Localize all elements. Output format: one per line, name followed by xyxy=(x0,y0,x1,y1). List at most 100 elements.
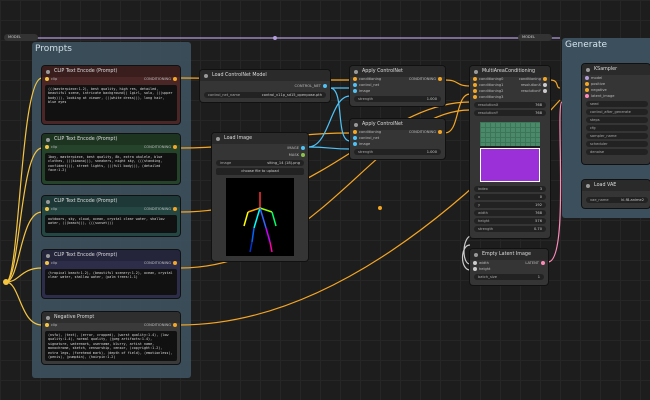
image-output-label: IMAGE xyxy=(287,146,299,150)
wire-image-2 xyxy=(307,146,351,150)
strength-widget[interactable]: strength 1.000 xyxy=(354,96,441,102)
widget-label: strength xyxy=(358,97,374,101)
wire-multi-out xyxy=(549,79,561,89)
clip-input-label: clip xyxy=(51,145,58,149)
prompt-textarea[interactable]: outdoors, sky, cloud, ocean, crystal cle… xyxy=(45,215,177,233)
area-preview-canvas[interactable] xyxy=(480,122,540,182)
ksampler-node[interactable]: KSampler model positive negative latent_… xyxy=(582,64,650,164)
conditioning-output-port[interactable]: CONDITIONING xyxy=(144,322,177,328)
clip-input-port[interactable]: clip xyxy=(45,260,57,266)
widget-label: control_net_name xyxy=(208,93,241,97)
upload-button[interactable]: choose file to upload xyxy=(216,168,304,175)
load-image-node[interactable]: Load Image IMAGE MASK image siting_14 (18… xyxy=(212,133,308,261)
port-label: latent_image xyxy=(591,94,615,98)
empty-latent-image-node[interactable]: Empty Latent Image width height LATENT b… xyxy=(470,249,548,285)
batch-size-widget[interactable]: batch_size 1 xyxy=(474,274,544,280)
latent-output-port[interactable]: LATENT xyxy=(525,260,545,266)
width-widget[interactable]: width 768 xyxy=(474,210,546,216)
conditioning-output-port[interactable]: CONDITIONING xyxy=(409,76,442,82)
apply-controlnet-node-1[interactable]: Apply ControlNet conditioning control_ne… xyxy=(350,66,445,106)
widget-label: seed xyxy=(590,102,599,106)
cfg-widget[interactable]: cfg xyxy=(586,125,648,131)
clip-input-port[interactable]: clip xyxy=(45,206,57,212)
conditioning-output-label: CONDITIONING xyxy=(143,261,171,265)
widget-label: resolutionX xyxy=(478,103,499,107)
port-label: conditioning0 xyxy=(479,77,504,81)
image-input-port[interactable]: image xyxy=(353,88,370,94)
conditioning-output-port[interactable]: CONDITIONING xyxy=(144,76,177,82)
port-label: CONDITIONING xyxy=(408,130,436,134)
wire-clip-5 xyxy=(5,281,43,326)
conditioning-output-port[interactable]: CONDITIONING xyxy=(144,144,177,150)
clip-text-encode-node-4[interactable]: CLIP Text Encode (Prompt) clip CONDITION… xyxy=(42,250,180,298)
negative-prompt-node[interactable]: Negative Prompt clip CONDITIONING (nsfw)… xyxy=(42,312,180,364)
image-file-widget[interactable]: image siting_14 (18).png xyxy=(216,160,304,166)
node-title[interactable]: Empty Latent Image xyxy=(470,249,548,260)
port-label: positive xyxy=(591,82,606,86)
reroute-model-right-label[interactable]: MODEL xyxy=(518,34,552,41)
widget-value: 1.000 xyxy=(426,150,437,154)
mask-output-port[interactable]: MASK xyxy=(289,152,305,158)
conditioning-output-port[interactable]: CONDITIONING xyxy=(144,206,177,212)
apply-controlnet-node-2[interactable]: Apply ControlNet conditioning control_ne… xyxy=(350,119,445,159)
port-label: resolutionX xyxy=(520,83,541,87)
denoise-widget[interactable]: denoise xyxy=(586,149,648,155)
clip-input-label: clip xyxy=(51,207,58,211)
resolution-y-widget[interactable]: resolutionY 768 xyxy=(474,110,546,116)
height-input-port[interactable]: height xyxy=(473,266,490,272)
clip-input-port[interactable]: clip xyxy=(45,322,57,328)
seed-widget[interactable]: seed xyxy=(586,101,648,107)
reroute-model-left-label[interactable]: MODEL xyxy=(4,34,38,41)
node-title[interactable]: Load Image xyxy=(212,133,308,144)
load-vae-node[interactable]: Load VAE vae_name kl-f8-anime2 xyxy=(582,180,650,208)
control-after-generate-widget[interactable]: control_after_generate xyxy=(586,109,648,115)
index-widget[interactable]: index 3 xyxy=(474,186,546,192)
control-net-name-widget[interactable]: control_net_name control_v11p_sd15_openpo… xyxy=(204,92,326,98)
widget-value: 768 xyxy=(535,103,542,107)
load-controlnet-node[interactable]: Load ControlNet Model CONTROL_NET contro… xyxy=(200,70,330,102)
node-title[interactable]: KSampler xyxy=(582,64,650,75)
resolution-y-output-port[interactable]: resolutionY xyxy=(521,88,547,94)
clip-text-encode-node-1[interactable]: CLIP Text Encode (Prompt) clip CONDITION… xyxy=(42,66,180,124)
widget-value: 3 xyxy=(539,187,542,191)
clip-input-label: clip xyxy=(51,323,58,327)
prompt-textarea[interactable]: (((masterpiece:1.2), best quality, high … xyxy=(45,85,177,121)
conditioning3-input-port[interactable]: conditioning3 xyxy=(473,94,503,100)
prompt-textarea[interactable]: (tropical beach:1.2), (beautiful scenery… xyxy=(45,269,177,295)
strength-widget[interactable]: strength 1.000 xyxy=(354,149,441,155)
port-label: conditioning xyxy=(518,77,541,81)
widget-label: control_after_generate xyxy=(590,110,631,114)
node-title[interactable]: Load ControlNet Model xyxy=(200,70,330,81)
image-input-port[interactable]: image xyxy=(353,141,370,147)
reroute-model-left-text: MODEL xyxy=(8,35,21,39)
prompt-textarea[interactable]: 1boy, masterpiece, best quality, 8k, ext… xyxy=(45,153,177,181)
reroute-clip xyxy=(3,279,9,285)
control-net-output-port[interactable]: CONTROL_NET xyxy=(294,83,327,89)
latent-image-input-port[interactable]: latent_image xyxy=(585,93,615,99)
wire-clip-1 xyxy=(5,77,43,283)
clip-input-port[interactable]: clip xyxy=(45,144,57,150)
sampler-name-widget[interactable]: sampler_name xyxy=(586,133,648,139)
clip-input-port[interactable]: clip xyxy=(45,76,57,82)
vae-name-widget[interactable]: vae_name kl-f8-anime2 xyxy=(586,197,648,203)
multi-area-conditioning-node[interactable]: MultiAreaConditioning conditioning0 cond… xyxy=(470,66,550,238)
clip-text-encode-node-3[interactable]: CLIP Text Encode (Prompt) clip CONDITION… xyxy=(42,196,180,236)
conditioning-output-port[interactable]: CONDITIONING xyxy=(144,260,177,266)
strength-widget[interactable]: strength 0.70 xyxy=(474,226,546,232)
port-label: conditioning3 xyxy=(479,95,504,99)
height-widget[interactable]: height 576 xyxy=(474,218,546,224)
conditioning-output-port[interactable]: CONDITIONING xyxy=(409,129,442,135)
resolution-x-widget[interactable]: resolutionX 768 xyxy=(474,102,546,108)
prompt-textarea[interactable]: (nsfw), (text), (error, cropped), (worst… xyxy=(45,331,177,361)
wire-midpoint-model xyxy=(273,36,277,40)
steps-widget[interactable]: steps xyxy=(586,117,648,123)
widget-value: siting_14 (18).png xyxy=(267,161,300,165)
image-output-port[interactable]: IMAGE xyxy=(287,145,305,151)
node-title[interactable]: Load VAE xyxy=(582,180,650,191)
y-widget[interactable]: y 192 xyxy=(474,202,546,208)
scheduler-widget[interactable]: scheduler xyxy=(586,141,648,147)
x-widget[interactable]: x0 xyxy=(474,194,546,200)
clip-text-encode-node-2[interactable]: CLIP Text Encode (Prompt) clip CONDITION… xyxy=(42,134,180,184)
conditioning-output-label: CONDITIONING xyxy=(143,207,171,211)
openpose-skeleton-icon xyxy=(243,192,277,253)
